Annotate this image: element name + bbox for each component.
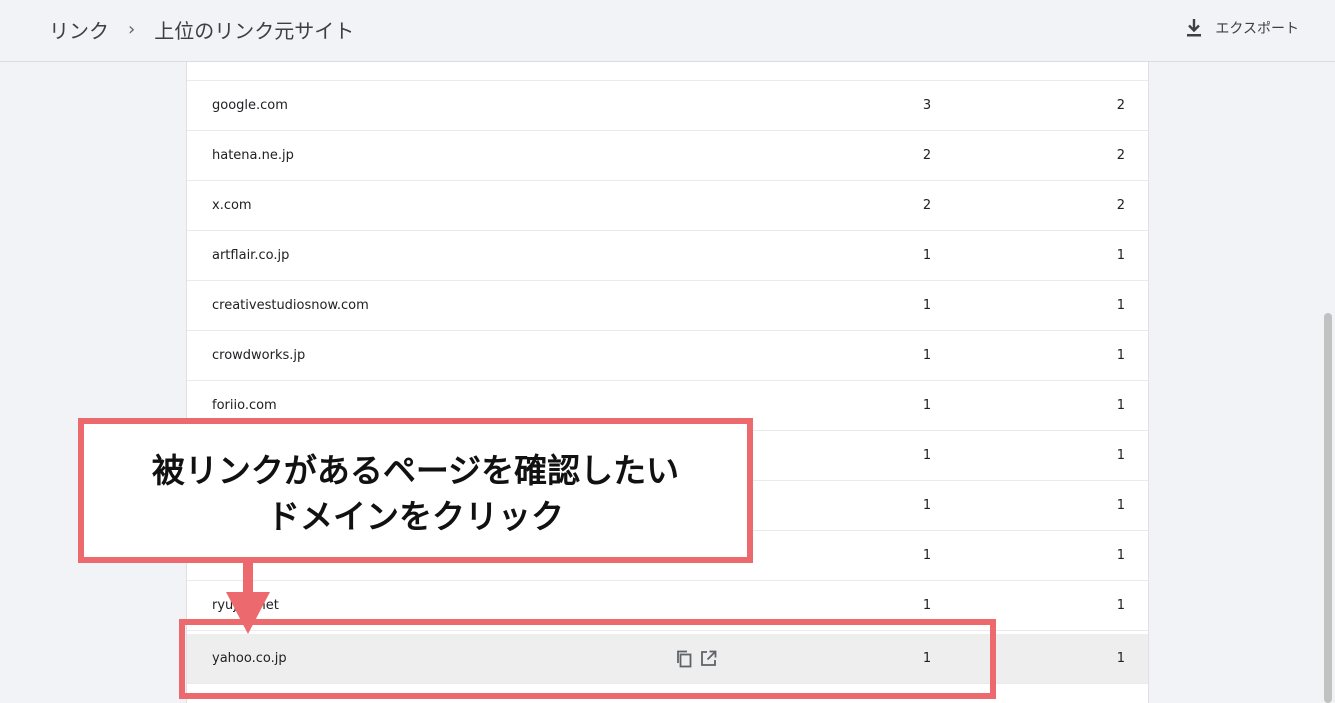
referring-sites-table: g.....y.jp google.com 3 2 hatena.ne.jp 2… [186,62,1149,703]
table-row[interactable]: crowdworks.jp 1 1 [187,331,1148,381]
annotation-callout: 被リンクがあるページを確認したい ドメインをクリック [78,418,753,563]
links-count-cell: 1 [922,398,932,413]
annotation-arrow-shaft [243,563,253,595]
links-count-cell: 1 [922,498,932,513]
pages-count-cell: 2 [1116,98,1125,113]
pages-count-cell: 1 [1116,498,1125,513]
callout-text: 被リンクがあるページを確認したい ドメインをクリック [84,448,747,540]
domain-cell: g.....y.jp [212,62,263,81]
table-row[interactable]: hatena.ne.jp 2 2 [187,131,1148,181]
table-row[interactable]: artflair.co.jp 1 1 [187,231,1148,281]
domain-cell[interactable]: artflair.co.jp [212,231,289,281]
links-count-cell: 3 [922,98,932,113]
table-row[interactable]: g.....y.jp [187,62,1148,81]
pages-count-cell: 1 [1116,298,1125,313]
links-count-cell: 1 [922,348,932,363]
pages-count-cell: 1 [1116,348,1125,363]
pages-count-cell: 2 [1116,148,1125,163]
links-count-cell: 2 [922,148,932,163]
pages-count-cell: 1 [1116,248,1125,263]
pages-count-cell: 1 [1116,598,1125,613]
domain-cell[interactable]: hatena.ne.jp [212,131,294,181]
scrollbar-thumb[interactable] [1324,313,1332,703]
callout-line-2: ドメインをクリック [267,497,564,536]
table-row[interactable]: x.com 2 2 [187,181,1148,231]
page-header: リンク › 上位のリンク元サイト エクスポート [0,0,1335,62]
pages-count-cell: 1 [1116,651,1125,666]
links-count-cell: 2 [922,198,932,213]
table-row[interactable]: creativestudiosnow.com 1 1 [187,281,1148,331]
domain-cell[interactable]: creativestudiosnow.com [212,281,369,331]
links-count-cell: 1 [922,548,932,563]
table-row[interactable]: google.com 3 2 [187,81,1148,131]
breadcrumb-separator: › [128,18,136,40]
pages-count-cell: 1 [1116,448,1125,463]
breadcrumb-link-links[interactable]: リンク [49,15,109,44]
pages-count-cell: 1 [1116,398,1125,413]
links-count-cell: 1 [922,298,932,313]
page-title: 上位のリンク元サイト [154,18,355,43]
pages-count-cell: 2 [1116,198,1125,213]
domain-cell[interactable]: crowdworks.jp [212,331,305,381]
download-icon [1187,19,1202,37]
domain-cell[interactable]: x.com [212,181,252,231]
domain-cell[interactable]: google.com [212,81,288,131]
export-label: エクスポート [1215,21,1299,37]
annotation-highlight-box [179,619,996,699]
links-count-cell: 1 [922,248,932,263]
callout-line-1: 被リンクがあるページを確認したい [151,451,680,490]
pages-count-cell: 1 [1116,548,1125,563]
links-count-cell: 1 [922,448,932,463]
breadcrumb: リンク › 上位のリンク元サイト [49,15,354,43]
export-button[interactable]: エクスポート [1185,16,1299,40]
